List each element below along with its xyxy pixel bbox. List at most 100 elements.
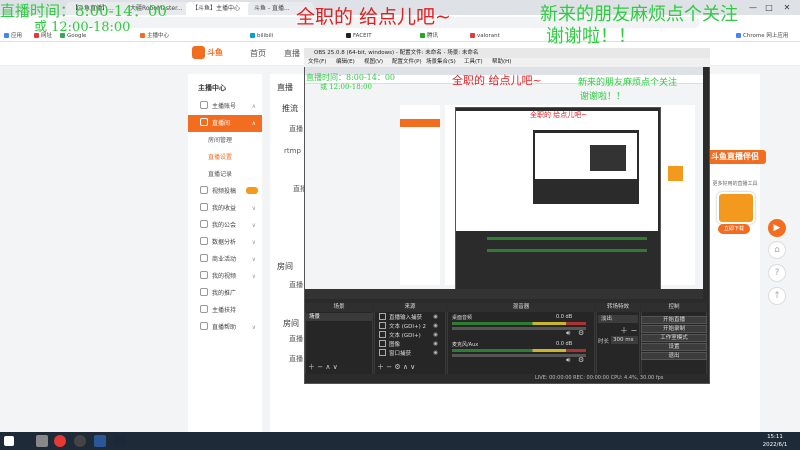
- scene-dock-buttons[interactable]: ＋ − ∧ ∨: [308, 363, 368, 371]
- sidebar-item-account[interactable]: 主播账号 ∧: [188, 98, 262, 115]
- source-item[interactable]: 图像 ◉: [376, 340, 444, 348]
- menu-tools[interactable]: 工具(T): [464, 58, 483, 67]
- source-item[interactable]: 文本 (GDI+) 2 ◉: [376, 322, 444, 330]
- duration-input[interactable]: 300 ms: [611, 336, 638, 344]
- bookmark-label: 应用: [11, 33, 23, 39]
- sidebar-item-help[interactable]: 直播帮助 ∨: [188, 319, 262, 336]
- gear-icon[interactable]: ⚙: [578, 329, 584, 337]
- bookmark-label: bilibili: [257, 33, 274, 39]
- sidebar-item-label: 我的视频: [212, 273, 237, 280]
- browser-tab-active[interactable]: 【斗鱼】主播中心: [186, 2, 252, 15]
- nav-home[interactable]: 首页: [250, 48, 266, 59]
- sidebar-item-label: 视频投稿: [212, 188, 237, 195]
- start-streaming-button[interactable]: 开始直播: [641, 316, 707, 324]
- menu-profile[interactable]: 配置文件(P): [392, 58, 422, 67]
- promo-banner[interactable]: 斗鱼直播伴侣 更多好用的直播工具 立即下载: [704, 150, 766, 236]
- menu-view[interactable]: 视图(V): [364, 58, 383, 67]
- menu-help[interactable]: 帮助(H): [492, 58, 511, 67]
- eye-icon[interactable]: ◉: [433, 349, 438, 357]
- new-badge: [246, 187, 258, 194]
- source-item[interactable]: 直播输入捕获 ◉: [376, 313, 444, 321]
- eye-icon[interactable]: ◉: [433, 322, 438, 330]
- source-item[interactable]: 窗口捕获 ◉: [376, 349, 444, 357]
- speaker-icon[interactable]: 🔊︎: [566, 356, 570, 365]
- nav-live[interactable]: 直播: [284, 48, 300, 59]
- maximize-button[interactable]: □: [762, 2, 776, 13]
- duration-label: 时长: [598, 339, 610, 345]
- eye-icon[interactable]: ◉: [433, 340, 438, 348]
- settings-button[interactable]: 设置: [641, 343, 707, 351]
- support-icon: [200, 305, 208, 313]
- source-item[interactable]: 文本 (GDI+) ◉: [376, 331, 444, 339]
- eye-icon[interactable]: ◉: [433, 313, 438, 321]
- promo-subtitle: 更多好用的直播工具: [712, 181, 758, 187]
- sidebar-item-room[interactable]: 直播间 ∧: [188, 115, 262, 132]
- search-icon[interactable]: [36, 435, 48, 447]
- transition-add-remove[interactable]: ＋ −: [620, 325, 637, 336]
- bookmark-label: Chrome 网上应用: [743, 33, 789, 39]
- speaker-icon[interactable]: 🔊︎: [566, 329, 570, 338]
- income-icon: [200, 203, 208, 211]
- sidebar-item-data[interactable]: 数据分析 ∨: [188, 234, 262, 251]
- sidebar-subitem-room-manage[interactable]: 房间管理: [188, 132, 282, 149]
- sidebar-item-guild[interactable]: 我的公会 ∨: [188, 217, 262, 234]
- promo-download-button[interactable]: 立即下载: [718, 224, 750, 234]
- douyu-icon: [140, 33, 145, 38]
- sidebar-item-business[interactable]: 商业活动 ∨: [188, 251, 262, 268]
- exit-button[interactable]: 退出: [641, 352, 707, 360]
- windows-start-icon[interactable]: [4, 436, 14, 446]
- douyu-logo[interactable]: 斗鱼: [192, 46, 226, 60]
- scenes-dock-title: 场景: [305, 303, 373, 312]
- obs-icon[interactable]: [74, 435, 86, 447]
- sidebar-item-label: 商业活动: [212, 256, 237, 263]
- sidebar-item-promotion[interactable]: 我的推广: [188, 285, 262, 302]
- transition-select[interactable]: 淡出: [598, 315, 638, 323]
- sidebar-item-income[interactable]: 我的收益 ∨: [188, 200, 262, 217]
- gear-icon[interactable]: ⚙: [578, 356, 584, 364]
- menu-edit[interactable]: 编辑(E): [336, 58, 355, 67]
- preview-welcome-overlay-line2: 谢谢啦！！: [580, 92, 626, 102]
- bookmark-item[interactable]: 主播中心: [140, 31, 169, 41]
- bookmark-item[interactable]: 应用: [4, 31, 22, 41]
- clock-time: 15:11: [767, 434, 783, 440]
- menu-scene-collection[interactable]: 场景集合(S): [426, 58, 456, 67]
- mixer-dock-title: 混音器: [447, 303, 595, 312]
- source-dock-buttons[interactable]: ＋ − ⚙ ∧ ∨: [377, 363, 443, 371]
- steam-icon[interactable]: [114, 435, 126, 447]
- obs-preview[interactable]: [305, 67, 703, 289]
- eye-icon[interactable]: ◉: [433, 331, 438, 339]
- sidebar-subitem-live-record[interactable]: 直播记录: [188, 166, 282, 183]
- bookmark-item[interactable]: FACEIT: [346, 31, 372, 41]
- bookmark-item[interactable]: valorant: [470, 31, 500, 41]
- close-window-button[interactable]: ✕: [780, 2, 794, 13]
- bookmark-item[interactable]: Chrome 网上应用: [736, 31, 788, 41]
- sidebar-item-label: 数据分析: [212, 239, 237, 246]
- bookmark-label: FACEIT: [353, 33, 372, 39]
- sidebar-item-label: 直播帮助: [212, 324, 237, 331]
- chrome-icon[interactable]: [54, 435, 66, 447]
- sidebar-item-video[interactable]: 视频投稿: [188, 183, 262, 200]
- sidebar-subitem-live-settings[interactable]: 直播设置: [188, 149, 282, 166]
- float-home-icon[interactable]: ⌂: [768, 241, 786, 259]
- sidebar-item-support[interactable]: 主播扶持: [188, 302, 262, 319]
- scene-item[interactable]: 场景: [306, 313, 372, 321]
- minimize-button[interactable]: —: [746, 2, 760, 13]
- field-label: 直播: [289, 335, 303, 343]
- section-title: 房间: [283, 319, 299, 328]
- studio-mode-button[interactable]: 工作室模式: [641, 334, 707, 342]
- bookmark-item[interactable]: 腾讯: [420, 31, 438, 41]
- start-recording-button[interactable]: 开始录制: [641, 325, 707, 333]
- tab-label: 【斗鱼】主播中心: [192, 5, 241, 12]
- float-top-icon[interactable]: ↑: [768, 287, 786, 305]
- bookmark-item[interactable]: bilibili: [250, 31, 273, 41]
- app-icon[interactable]: [94, 435, 106, 447]
- sidebar-item-my-video[interactable]: 我的视频 ∨: [188, 268, 262, 285]
- float-help-icon[interactable]: ?: [768, 264, 786, 282]
- chevron-icon: ∨: [251, 256, 256, 263]
- headline-overlay: 全职的 给点儿吧~: [296, 6, 451, 28]
- float-play-icon[interactable]: ▶: [768, 219, 786, 237]
- taskbar-clock[interactable]: 15:11 2022/6/1: [752, 433, 798, 449]
- menu-file[interactable]: 文件(F): [308, 58, 326, 67]
- window-icon: [379, 349, 386, 356]
- preview-schedule-overlay-line2: 或 12:00-18:00: [320, 83, 372, 91]
